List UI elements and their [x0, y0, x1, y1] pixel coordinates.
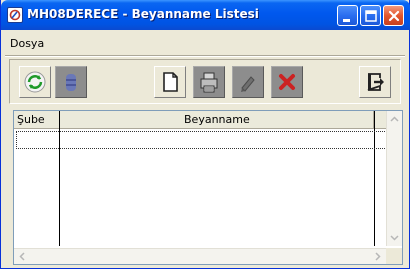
- edit-icon: [241, 76, 255, 92]
- scrollbar-corner: [386, 248, 402, 264]
- title-bar[interactable]: MH08DERECE - Beyanname Listesi: [1, 0, 410, 30]
- toolbar: [9, 59, 401, 104]
- close-button[interactable]: [383, 5, 404, 26]
- scroll-right-icon[interactable]: [370, 249, 385, 264]
- close-icon: [388, 10, 400, 22]
- column-header-sube[interactable]: Şube: [14, 111, 60, 129]
- menu-dosya[interactable]: Dosya: [10, 37, 44, 50]
- refresh-icon: [24, 71, 46, 93]
- app-window: MH08DERECE - Beyanname Listesi Dosya Şub…: [0, 0, 410, 269]
- maximize-icon: [365, 10, 377, 22]
- delete-icon: [279, 74, 295, 90]
- edit-button[interactable]: [232, 66, 264, 98]
- table-row-selected[interactable]: [16, 131, 389, 149]
- horizontal-scrollbar[interactable]: [14, 248, 386, 264]
- database-button[interactable]: [55, 66, 87, 98]
- new-document-icon: [163, 72, 178, 92]
- delete-button[interactable]: [271, 66, 303, 98]
- refresh-button[interactable]: [19, 66, 51, 98]
- window-title: MH08DERECE - Beyanname Listesi: [27, 7, 259, 21]
- column-header-beyanname[interactable]: Beyanname: [60, 111, 374, 129]
- scroll-down-icon[interactable]: [387, 230, 402, 245]
- exit-icon: [367, 73, 384, 91]
- scroll-left-icon[interactable]: [15, 249, 30, 264]
- printer-icon: [200, 72, 218, 93]
- column-header-beyanname-label: Beyanname: [184, 113, 250, 126]
- minimize-icon: [343, 19, 350, 22]
- beyanname-grid[interactable]: Şube Beyanname: [13, 110, 403, 265]
- minimize-button[interactable]: [337, 5, 358, 26]
- menu-separator: [5, 55, 405, 57]
- print-button[interactable]: [193, 66, 225, 98]
- new-document-button[interactable]: [154, 66, 186, 98]
- exit-button[interactable]: [359, 66, 391, 98]
- column-header-sube-label: Şube: [17, 113, 45, 126]
- database-icon: [66, 74, 76, 91]
- app-icon[interactable]: [7, 7, 23, 23]
- scroll-up-icon[interactable]: [387, 112, 402, 127]
- maximize-button[interactable]: [360, 5, 381, 26]
- vertical-scrollbar[interactable]: [386, 111, 402, 246]
